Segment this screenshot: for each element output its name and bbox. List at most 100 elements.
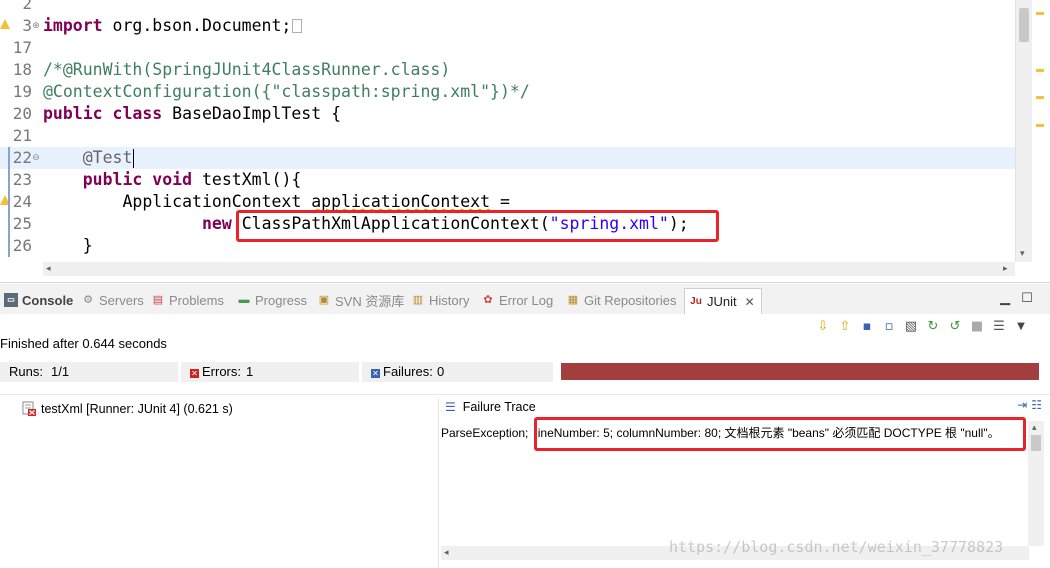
class-decl: BaseDaoImplTest { [172,104,342,123]
minimize-icon[interactable]: ▁ [998,292,1012,306]
code-line: 24 ApplicationContext applicationContext… [0,191,1015,213]
tab-servers[interactable]: ⚙ Servers [81,291,144,309]
rerun-failed-icon[interactable]: ↺ [946,318,964,336]
tab-problems[interactable]: ▤ Problems [151,291,224,309]
errors-label: Errors: [202,364,241,379]
tab-svn[interactable]: ▣ SVN 资源库 [317,291,405,309]
filter-stack-icon[interactable]: ⇥ [1017,398,1027,412]
code-text: ApplicationContext applicationContext = [43,191,510,213]
test-name: testXml [Runner: JUnit 4] (0.621 s) [41,401,233,416]
tab-progress[interactable]: ▬ Progress [237,291,308,309]
failure-trace-title: Failure Trace [462,400,536,414]
failures-counter: ✕ Failures: 0 [362,362,553,382]
scroll-down-icon[interactable]: ▾ [1020,248,1025,260]
line-number: 19 [12,82,32,101]
previous-failure-icon[interactable]: ⇧ [836,318,854,336]
text-caret [133,149,134,168]
junit-icon: Ju [690,295,702,307]
operator: ); [668,214,689,233]
failure-icon: ✕ [371,369,380,378]
tab-label: JUnit [707,294,737,309]
trace-message: ineNumber: 5; columnNumber: 80; 文档根元素 "b… [537,426,1000,440]
constructor-call: ClassPathXmlApplicationContext( [241,214,550,233]
test-run-history-icon[interactable]: ☰ [990,318,1008,336]
scrollbar-thumb[interactable] [1019,8,1029,42]
failure-trace-text[interactable]: ParseException; ineNumber: 5; columnNumb… [441,424,1000,441]
fold-expand-icon[interactable]: ⊕ [31,21,41,31]
view-tab-bar: ▭ Console ⚙ Servers ▤ Problems ▬ Progres… [0,284,1050,314]
keyword: public [43,104,103,123]
failure-trace-header: ☰ Failure Trace [445,400,536,414]
show-failures-only-icon[interactable]: ▪ [858,318,876,336]
editor-vertical-scrollbar[interactable]: ▾ [1015,0,1032,262]
test-tree-item[interactable]: testXml [Runner: JUnit 4] (0.621 s) [22,401,233,416]
test-tree[interactable]: testXml [Runner: JUnit 4] (0.621 s) [0,398,438,568]
error-icon: ✕ [190,369,199,378]
operator: = [490,192,510,211]
servers-icon: ⚙ [83,294,93,306]
ruler-warning-mark[interactable] [1036,124,1044,127]
tab-error-log[interactable]: ✿ Error Log [481,291,553,309]
keyword: class [112,104,163,123]
trace-vertical-scrollbar[interactable]: ▴ [1028,421,1044,546]
tab-label: History [429,292,470,308]
maximize-icon[interactable]: ☐ [1020,292,1034,306]
keyword: new [201,214,232,233]
console-icon: ▭ [4,293,18,307]
code-line: 20 public class BaseDaoImplTest { [0,103,1015,125]
scrollbar-thumb[interactable] [1031,435,1041,451]
runs-label: Runs: [9,364,43,379]
line-number: 23 [12,170,32,189]
code-editor[interactable]: 2 3 ⊕ import org.bson.Document; 17 18 /*… [0,0,1050,283]
ruler-warning-mark[interactable] [1036,69,1044,72]
show-skipped-icon[interactable]: ▫ [880,318,898,336]
scroll-left-icon[interactable]: ◂ [46,263,51,275]
tab-label: SVN 资源库 [335,293,405,309]
junit-view: ⇩ ⇧ ▪ ▫ ▧ ↻ ↺ ■ ☰ ▼ Finished after 0.644… [0,314,1050,568]
ruler-warning-mark[interactable] [1036,12,1044,15]
tab-label: Progress [255,292,308,308]
keyword: public [82,170,143,189]
editor-horizontal-scrollbar[interactable]: ◂ ▸ [43,262,1015,276]
tab-label: Console [22,292,74,308]
tab-label: Servers [99,292,144,308]
rerun-test-icon[interactable]: ↻ [924,318,942,336]
scroll-lock-icon[interactable]: ▧ [902,318,920,336]
test-counters: Runs: 1/1 ✕ Errors: 1 ✕ Failures: 0 [0,362,560,382]
overview-ruler[interactable] [1034,0,1048,262]
comment-text: /*@RunWith(SpringJUnit4ClassRunner.class… [43,60,451,79]
ruler-warning-mark[interactable] [1036,96,1044,99]
tab-history[interactable]: ▥ History [411,291,470,309]
annotation: @Test [82,148,133,167]
watermark: https://blog.csdn.net/weixin_37778823 [669,538,1004,556]
code-line-current: 22 ⊖ @Test [0,147,1015,169]
problems-icon: ▤ [152,294,164,306]
compare-result-icon[interactable]: ☷ [1031,398,1042,412]
close-tab-icon[interactable]: ✕ [745,295,755,309]
trace-exception: ParseException; [441,426,529,440]
collapsed-block-icon[interactable] [292,19,303,33]
closing-brace: } [82,236,93,255]
stack-trace-icon: ☰ [445,400,456,414]
comment-text: @ContextConfiguration({"classpath:spring… [43,82,530,101]
view-menu-icon[interactable]: ▼ [1012,318,1030,336]
tab-junit[interactable]: Ju JUnit ✕ [684,288,762,314]
next-failure-icon[interactable]: ⇩ [814,318,832,336]
line-number: 3 [22,16,32,35]
code-line: 21 [0,125,1015,147]
code-line: 3 ⊕ import org.bson.Document; [0,15,1015,37]
svn-icon: ▣ [318,294,330,306]
tab-git-repositories[interactable]: ▦ Git Repositories [566,291,677,309]
fold-collapse-icon[interactable]: ⊖ [31,153,41,163]
scroll-up-icon[interactable]: ▴ [1032,422,1037,434]
line-number: 26 [12,236,32,255]
method-decl: testXml(){ [201,170,302,189]
code-line: 17 [0,37,1015,59]
stop-icon[interactable]: ■ [968,318,986,336]
scroll-left-icon[interactable]: ◂ [444,547,449,559]
tab-console[interactable]: ▭ Console [4,291,73,309]
code-text: public void testXml(){ [43,169,302,191]
type-name: ApplicationContext [122,192,302,211]
scroll-right-icon[interactable]: ▸ [1003,263,1008,275]
error-log-icon: ✿ [483,294,493,306]
